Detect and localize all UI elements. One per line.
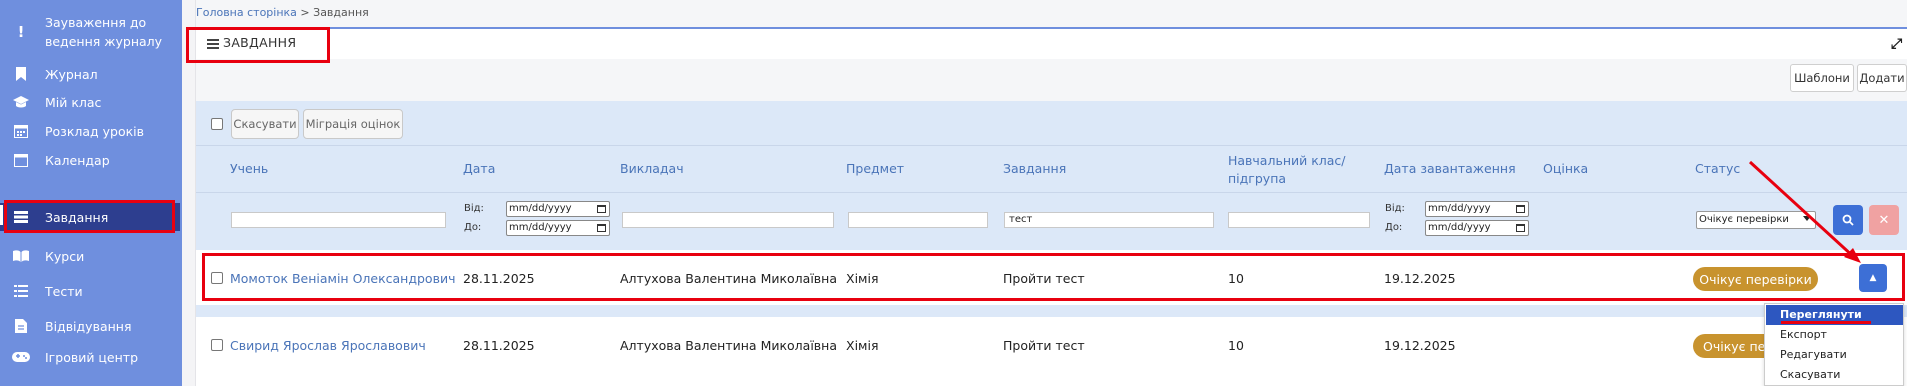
search-button[interactable] xyxy=(1833,205,1863,235)
sidebar: ! Зауваження до ведення журналу Журнал М… xyxy=(0,0,182,386)
sidebar-item-journal[interactable]: Журнал xyxy=(0,62,180,86)
column-header-upload-date[interactable]: Дата завантаження xyxy=(1384,160,1516,178)
breadcrumb: Головна сторінка > Завдання xyxy=(196,6,369,19)
column-header-grade[interactable]: Оцінка xyxy=(1543,160,1588,178)
column-header-status[interactable]: Статус xyxy=(1695,160,1740,178)
highlight-box xyxy=(186,27,330,63)
upload-date-from-input[interactable]: mm/dd/yyyy xyxy=(1425,201,1529,217)
date-from-label: Від: xyxy=(464,203,484,214)
teacher-filter-input[interactable] xyxy=(622,212,834,228)
column-header-date[interactable]: Дата xyxy=(463,160,495,178)
upload-date-to-label: До: xyxy=(1385,222,1403,233)
highlight-box xyxy=(202,253,1905,301)
sidebar-item-label: Журнал xyxy=(45,66,98,82)
calendar-icon xyxy=(1516,224,1525,232)
calendar-icon xyxy=(1516,205,1525,213)
gamepad-icon xyxy=(11,347,31,367)
menu-item-edit[interactable]: Редагувати xyxy=(1766,345,1903,365)
status-filter-value: Очікує перевірки xyxy=(1699,214,1789,225)
sidebar-item-label: Зауваження до ведення журналу xyxy=(45,15,163,49)
chevron-down-icon xyxy=(1803,216,1811,221)
column-header-class[interactable]: Навчальний клас/ підгрупа xyxy=(1228,152,1346,188)
calendar-icon xyxy=(597,224,606,232)
date-placeholder: mm/dd/yyyy xyxy=(509,222,572,233)
date-cell: 28.11.2025 xyxy=(463,338,535,353)
templates-button[interactable]: Шаблони xyxy=(1790,64,1854,92)
calendar-icon xyxy=(11,150,31,170)
upload-date-cell: 19.12.2025 xyxy=(1384,338,1456,353)
title-bar xyxy=(196,29,1907,59)
graduation-cap-icon xyxy=(11,92,31,112)
search-icon xyxy=(1842,214,1854,226)
file-icon xyxy=(11,316,31,336)
breadcrumb-home-link[interactable]: Головна сторінка xyxy=(196,6,297,19)
sidebar-item-attendance[interactable]: Відвідування xyxy=(0,314,180,338)
row-checkbox[interactable] xyxy=(211,339,223,351)
column-header-task[interactable]: Завдання xyxy=(1003,160,1066,178)
sidebar-item-calendar[interactable]: Календар xyxy=(0,148,180,172)
status-filter-select[interactable]: Очікує перевірки xyxy=(1696,211,1816,229)
date-to-input[interactable]: mm/dd/yyyy xyxy=(506,220,610,236)
row-actions-menu: Переглянути Експорт Редагувати Скасувати xyxy=(1764,303,1904,386)
divider xyxy=(196,145,1907,146)
app-root: ! Зауваження до ведення журналу Журнал М… xyxy=(0,0,1907,386)
sidebar-item-courses[interactable]: Курси xyxy=(0,244,180,268)
sidebar-item-label: Календар xyxy=(45,152,110,168)
highlight-box xyxy=(4,200,175,233)
highlight-underline xyxy=(1781,321,1871,324)
select-all-checkbox[interactable] xyxy=(211,118,223,130)
divider xyxy=(196,192,1907,193)
sidebar-item-label: Ігровий центр xyxy=(45,349,139,365)
list-icon xyxy=(11,281,31,301)
date-to-label: До: xyxy=(464,222,482,233)
column-header-class-line2: підгрупа xyxy=(1228,171,1287,186)
sidebar-item-my-class[interactable]: Мій клас xyxy=(0,90,180,114)
student-filter-input[interactable] xyxy=(231,212,446,228)
calendar-grid-icon xyxy=(11,121,31,141)
breadcrumb-current: Завдання xyxy=(313,6,369,19)
sidebar-item-label: Відвідування xyxy=(45,318,132,334)
calendar-icon xyxy=(597,205,606,213)
exclamation-icon: ! xyxy=(17,23,25,41)
sidebar-item-schedule[interactable]: Розклад уроків xyxy=(0,119,180,143)
expand-icon[interactable]: ⤢ xyxy=(1891,36,1902,52)
subject-cell: Хімія xyxy=(846,338,879,353)
student-name-link[interactable]: Свирид Ярослав Ярославович xyxy=(230,338,426,353)
sidebar-item-label: Тести xyxy=(45,283,83,299)
task-filter-input[interactable]: тест xyxy=(1004,212,1214,228)
date-from-input[interactable]: mm/dd/yyyy xyxy=(506,201,610,217)
add-button[interactable]: Додати xyxy=(1857,64,1907,92)
column-header-class-line1: Навчальний клас/ xyxy=(1228,153,1346,168)
close-icon: ✕ xyxy=(1878,212,1890,228)
sidebar-item-game-center[interactable]: Ігровий центр xyxy=(0,345,180,369)
column-header-teacher[interactable]: Викладач xyxy=(620,160,684,178)
date-placeholder: mm/dd/yyyy xyxy=(1428,222,1491,233)
column-header-student[interactable]: Учень xyxy=(230,160,268,178)
upload-date-to-input[interactable]: mm/dd/yyyy xyxy=(1425,220,1529,236)
menu-item-export[interactable]: Експорт xyxy=(1766,325,1903,345)
book-open-icon xyxy=(11,246,31,266)
main-content: Головна сторінка > Завдання ЗАВДАННЯ ⤢ Ш… xyxy=(186,0,1907,386)
bookmark-icon xyxy=(11,64,31,84)
sidebar-item-label: Мій клас xyxy=(45,94,102,110)
bulk-cancel-button[interactable]: Скасувати xyxy=(231,109,299,139)
task-cell: Пройти тест xyxy=(1003,338,1085,353)
breadcrumb-separator: > xyxy=(300,6,310,19)
date-placeholder: mm/dd/yyyy xyxy=(1428,203,1491,214)
date-placeholder: mm/dd/yyyy xyxy=(509,203,572,214)
sidebar-item-journal-remarks[interactable]: ! Зауваження до ведення журналу xyxy=(0,8,180,56)
migrate-grades-button[interactable]: Міграція оцінок xyxy=(303,109,403,139)
active-indicator xyxy=(0,205,3,225)
subject-filter-input[interactable] xyxy=(848,212,988,228)
column-header-subject[interactable]: Предмет xyxy=(846,160,904,178)
teacher-cell: Алтухова Валентина Миколаївна xyxy=(620,338,837,353)
class-filter-input[interactable] xyxy=(1228,212,1370,228)
class-cell: 10 xyxy=(1228,338,1244,353)
menu-item-cancel[interactable]: Скасувати xyxy=(1766,365,1903,385)
sidebar-item-tests[interactable]: Тести xyxy=(0,279,180,303)
upload-date-from-label: Від: xyxy=(1385,203,1405,214)
clear-filters-button[interactable]: ✕ xyxy=(1869,205,1899,235)
sidebar-item-label: Розклад уроків xyxy=(45,123,145,139)
sidebar-item-label: Курси xyxy=(45,248,85,264)
